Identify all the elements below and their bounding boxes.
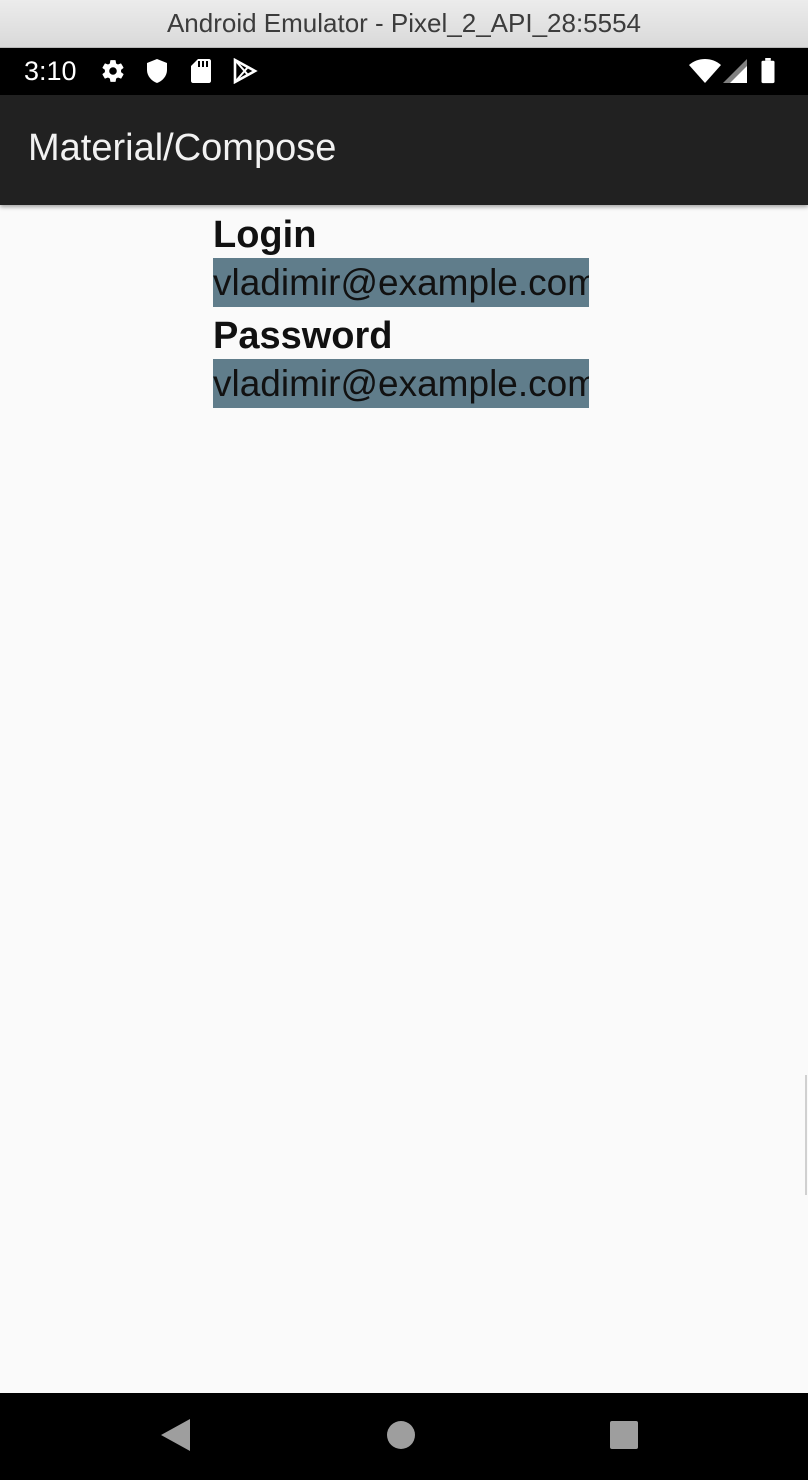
home-icon[interactable]: [385, 1417, 417, 1453]
play-store-icon: [233, 58, 258, 84]
login-form: Login Password: [213, 212, 589, 408]
navigation-bar: [0, 1393, 808, 1480]
login-label: Login: [213, 214, 317, 256]
window-title: Android Emulator - Pixel_2_API_28:5554: [166, 8, 642, 38]
login-input[interactable]: [213, 258, 589, 307]
password-input[interactable]: [213, 359, 589, 408]
app-bar: Material/Compose: [0, 95, 808, 205]
window-edge: [805, 1075, 807, 1195]
shield-icon: [147, 59, 167, 83]
sd-card-icon: [191, 59, 211, 83]
app-bar-title: Material/Compose: [28, 127, 337, 169]
cell-signal-icon: [723, 59, 747, 83]
status-time: 3:10: [24, 56, 77, 86]
back-icon[interactable]: [158, 1417, 192, 1453]
wifi-icon: [689, 59, 721, 83]
battery-icon: [761, 58, 775, 84]
password-label: Password: [213, 315, 393, 357]
gear-icon: [102, 60, 124, 82]
status-bar: 3:10: [0, 48, 808, 95]
recents-icon[interactable]: [608, 1417, 640, 1453]
window-titlebar: Android Emulator - Pixel_2_API_28:5554: [0, 0, 808, 48]
